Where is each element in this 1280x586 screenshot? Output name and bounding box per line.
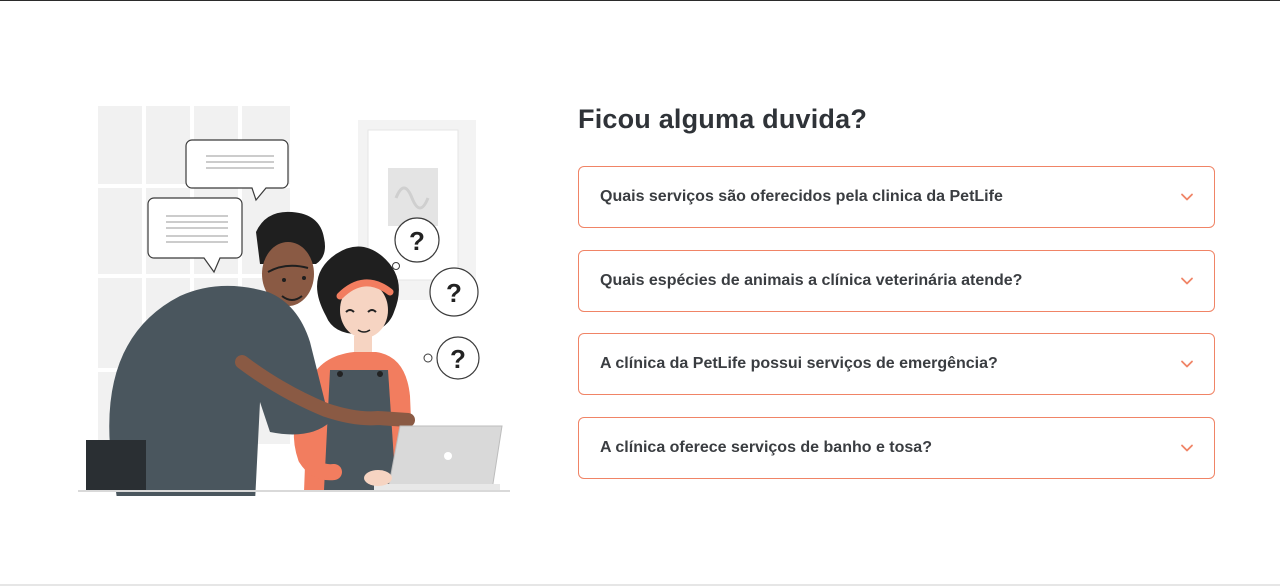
question-mark-2: ? bbox=[446, 278, 462, 308]
chevron-down-icon bbox=[1181, 360, 1193, 368]
faq-illustration: ? ? ? bbox=[78, 100, 518, 522]
question-mark-1: ? bbox=[409, 226, 425, 256]
question-mark-3: ? bbox=[450, 344, 466, 374]
chevron-down-icon bbox=[1181, 193, 1193, 201]
faq-question: Quais espécies de animais a clínica vete… bbox=[600, 272, 1023, 289]
faq-section: Ficou alguma duvida? Quais serviços são … bbox=[578, 104, 1215, 479]
faq-question: A clínica oferece serviços de banho e to… bbox=[600, 439, 932, 456]
top-border bbox=[0, 0, 1280, 1]
faq-title: Ficou alguma duvida? bbox=[578, 104, 868, 134]
faq-item-emergency[interactable]: A clínica da PetLife possui serviços de … bbox=[578, 333, 1215, 395]
chevron-down-icon bbox=[1181, 277, 1193, 285]
faq-question: A clínica da PetLife possui serviços de … bbox=[600, 355, 998, 372]
faq-question: Quais serviços são oferecidos pela clini… bbox=[600, 188, 1003, 205]
faq-item-species[interactable]: Quais espécies de animais a clínica vete… bbox=[578, 250, 1215, 312]
faq-item-services[interactable]: Quais serviços são oferecidos pela clini… bbox=[578, 166, 1215, 228]
people-at-laptop-illustration: ? ? ? bbox=[78, 106, 510, 522]
faq-item-grooming[interactable]: A clínica oferece serviços de banho e to… bbox=[578, 417, 1215, 479]
chevron-down-icon bbox=[1181, 444, 1193, 452]
